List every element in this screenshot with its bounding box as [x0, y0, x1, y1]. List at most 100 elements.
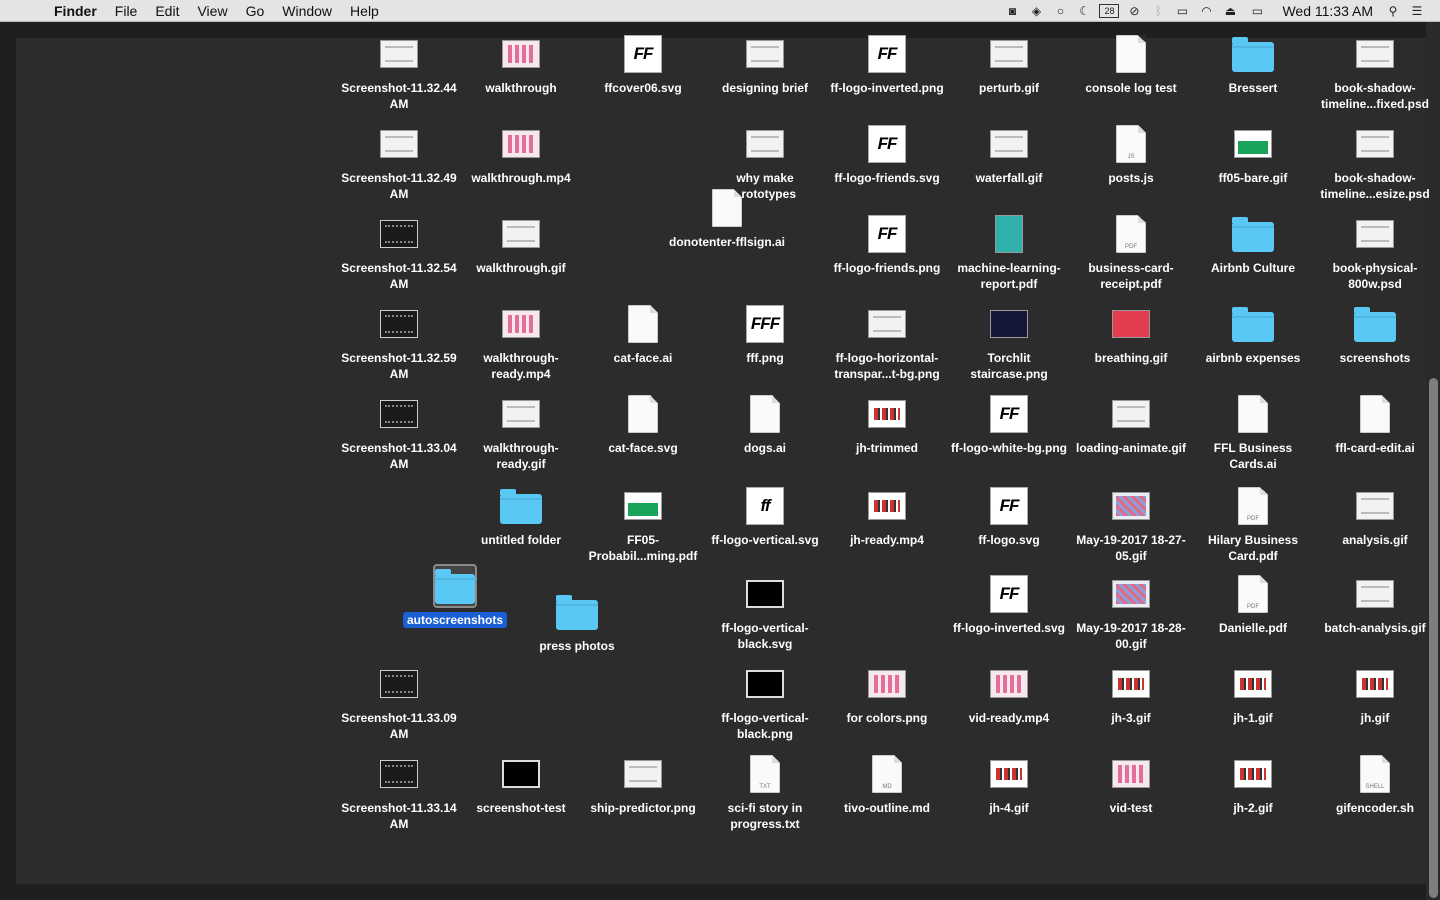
- desktop-item[interactable]: walkthrough-ready.mp4: [460, 304, 582, 382]
- file-icon-box[interactable]: [460, 486, 582, 526]
- file-icon-box[interactable]: [948, 304, 1070, 344]
- desktop-item[interactable]: ff-logo-vertical-black.svg: [704, 574, 826, 652]
- moon-icon[interactable]: ☾: [1075, 4, 1093, 18]
- file-icon-box[interactable]: FFF: [704, 304, 826, 344]
- desktop-item[interactable]: Torchlit staircase.png: [948, 304, 1070, 382]
- desktop-item[interactable]: designing brief: [704, 34, 826, 96]
- desktop-item[interactable]: PDF Hilary Business Card.pdf: [1192, 486, 1314, 564]
- file-icon-box[interactable]: FF: [826, 124, 948, 164]
- file-icon-box[interactable]: FF: [582, 34, 704, 74]
- scrollbar-thumb[interactable]: [1429, 378, 1438, 898]
- file-icon-box[interactable]: [1314, 394, 1436, 434]
- file-icon-box[interactable]: [948, 34, 1070, 74]
- dropbox-icon[interactable]: ◈: [1027, 4, 1045, 18]
- file-icon-box[interactable]: [460, 394, 582, 434]
- file-icon-box[interactable]: [1070, 664, 1192, 704]
- file-icon-box[interactable]: [1192, 34, 1314, 74]
- desktop-item[interactable]: cat-face.ai: [582, 304, 704, 366]
- desktop-item[interactable]: May-19-2017 18-27-05.gif: [1070, 486, 1192, 564]
- file-icon-box[interactable]: [666, 188, 788, 228]
- file-icon-box[interactable]: PDF: [1192, 486, 1314, 526]
- file-icon-box[interactable]: SHELL: [1314, 754, 1436, 794]
- desktop-item[interactable]: for colors.png: [826, 664, 948, 726]
- file-icon-box[interactable]: [338, 304, 460, 344]
- desktop-item[interactable]: ff-logo-horizontal-transpar...t-bg.png: [826, 304, 948, 382]
- block-icon[interactable]: ⊘: [1125, 4, 1143, 18]
- desktop-item[interactable]: Screenshot-11.33.09 AM: [338, 664, 460, 742]
- wifi-icon[interactable]: ◠: [1197, 4, 1215, 18]
- file-icon-box[interactable]: [460, 754, 582, 794]
- desktop-item[interactable]: Bressert: [1192, 34, 1314, 96]
- menu-help[interactable]: Help: [341, 0, 388, 22]
- file-icon-box[interactable]: [704, 34, 826, 74]
- desktop-item[interactable]: PDF business-card-receipt.pdf: [1070, 214, 1192, 292]
- desktop-item[interactable]: jh-2.gif: [1192, 754, 1314, 816]
- desktop-item[interactable]: FF ff-logo-inverted.png: [826, 34, 948, 96]
- desktop-item[interactable]: vid-ready.mp4: [948, 664, 1070, 726]
- file-icon-box[interactable]: PDF: [1192, 574, 1314, 614]
- desktop-item[interactable]: airbnb expenses: [1192, 304, 1314, 366]
- desktop-item[interactable]: autoscreenshots: [394, 564, 516, 628]
- file-icon-box[interactable]: [1070, 574, 1192, 614]
- desktop-item[interactable]: FFL Business Cards.ai: [1192, 394, 1314, 472]
- desktop-item[interactable]: cat-face.svg: [582, 394, 704, 456]
- file-icon-box[interactable]: [948, 124, 1070, 164]
- desktop-item[interactable]: walkthrough.mp4: [460, 124, 582, 186]
- desktop-item[interactable]: jh.gif: [1314, 664, 1436, 726]
- file-icon-box[interactable]: [338, 34, 460, 74]
- search-icon[interactable]: ⚲: [1384, 4, 1402, 18]
- file-icon-box[interactable]: [1192, 754, 1314, 794]
- desktop-item[interactable]: Screenshot-11.32.49 AM: [338, 124, 460, 202]
- desktop-item[interactable]: dogs.ai: [704, 394, 826, 456]
- desktop-item[interactable]: book-shadow-timeline...esize.psd: [1314, 124, 1436, 202]
- file-icon-box[interactable]: [1070, 394, 1192, 434]
- file-icon-box[interactable]: [1192, 304, 1314, 344]
- eject-icon[interactable]: ⏏: [1221, 4, 1239, 18]
- desktop-item[interactable]: Airbnb Culture: [1192, 214, 1314, 276]
- file-icon-box[interactable]: [1314, 214, 1436, 254]
- file-icon-box[interactable]: [1070, 754, 1192, 794]
- file-icon-box[interactable]: [1192, 394, 1314, 434]
- clock[interactable]: Wed 11:33 AM: [1282, 3, 1373, 19]
- file-icon-box[interactable]: [704, 664, 826, 704]
- record-icon[interactable]: ○: [1051, 4, 1069, 18]
- desktop-item[interactable]: vid-test: [1070, 754, 1192, 816]
- file-icon-box[interactable]: [338, 214, 460, 254]
- file-icon-box[interactable]: [582, 394, 704, 434]
- desktop-item[interactable]: breathing.gif: [1070, 304, 1192, 366]
- desktop-item[interactable]: machine-learning-report.pdf: [948, 214, 1070, 292]
- desktop-item[interactable]: FF05-Probabil...ming.pdf: [582, 486, 704, 564]
- desktop-item[interactable]: jh-4.gif: [948, 754, 1070, 816]
- camera-icon[interactable]: ◙: [1003, 4, 1021, 18]
- file-icon-box[interactable]: [433, 564, 477, 608]
- desktop-item[interactable]: JS posts.js: [1070, 124, 1192, 186]
- airplay-icon[interactable]: ▭: [1173, 4, 1191, 18]
- menu-file[interactable]: File: [106, 0, 147, 22]
- file-icon-box[interactable]: [1192, 664, 1314, 704]
- file-icon-box[interactable]: [582, 304, 704, 344]
- notification-center-icon[interactable]: ☰: [1408, 4, 1426, 18]
- file-icon-box[interactable]: [1192, 214, 1314, 254]
- menu-go[interactable]: Go: [237, 0, 274, 22]
- desktop-item[interactable]: ffl-card-edit.ai: [1314, 394, 1436, 456]
- desktop-item[interactable]: walkthrough: [460, 34, 582, 96]
- file-icon-box[interactable]: [704, 124, 826, 164]
- desktop-item[interactable]: loading-animate.gif: [1070, 394, 1192, 456]
- desktop-item[interactable]: TXT sci-fi story in progress.txt: [704, 754, 826, 832]
- desktop-item[interactable]: FF ff-logo-white-bg.png: [948, 394, 1070, 456]
- file-icon-box[interactable]: [948, 664, 1070, 704]
- file-icon-box[interactable]: [1070, 304, 1192, 344]
- file-icon-box[interactable]: [460, 34, 582, 74]
- file-icon-box[interactable]: JS: [1070, 124, 1192, 164]
- file-icon-box[interactable]: ff: [704, 486, 826, 526]
- desktop-item[interactable]: May-19-2017 18-28-00.gif: [1070, 574, 1192, 652]
- desktop-item[interactable]: FF ff-logo-friends.svg: [826, 124, 948, 186]
- file-icon-box[interactable]: [460, 214, 582, 254]
- file-icon-box[interactable]: [1314, 574, 1436, 614]
- desktop-item[interactable]: ff-logo-vertical-black.png: [704, 664, 826, 742]
- desktop-item[interactable]: jh-trimmed: [826, 394, 948, 456]
- file-icon-box[interactable]: [1070, 34, 1192, 74]
- file-icon-box[interactable]: [1314, 304, 1436, 344]
- desktop-item[interactable]: book-shadow-timeline...fixed.psd: [1314, 34, 1436, 112]
- file-icon-box[interactable]: [1314, 124, 1436, 164]
